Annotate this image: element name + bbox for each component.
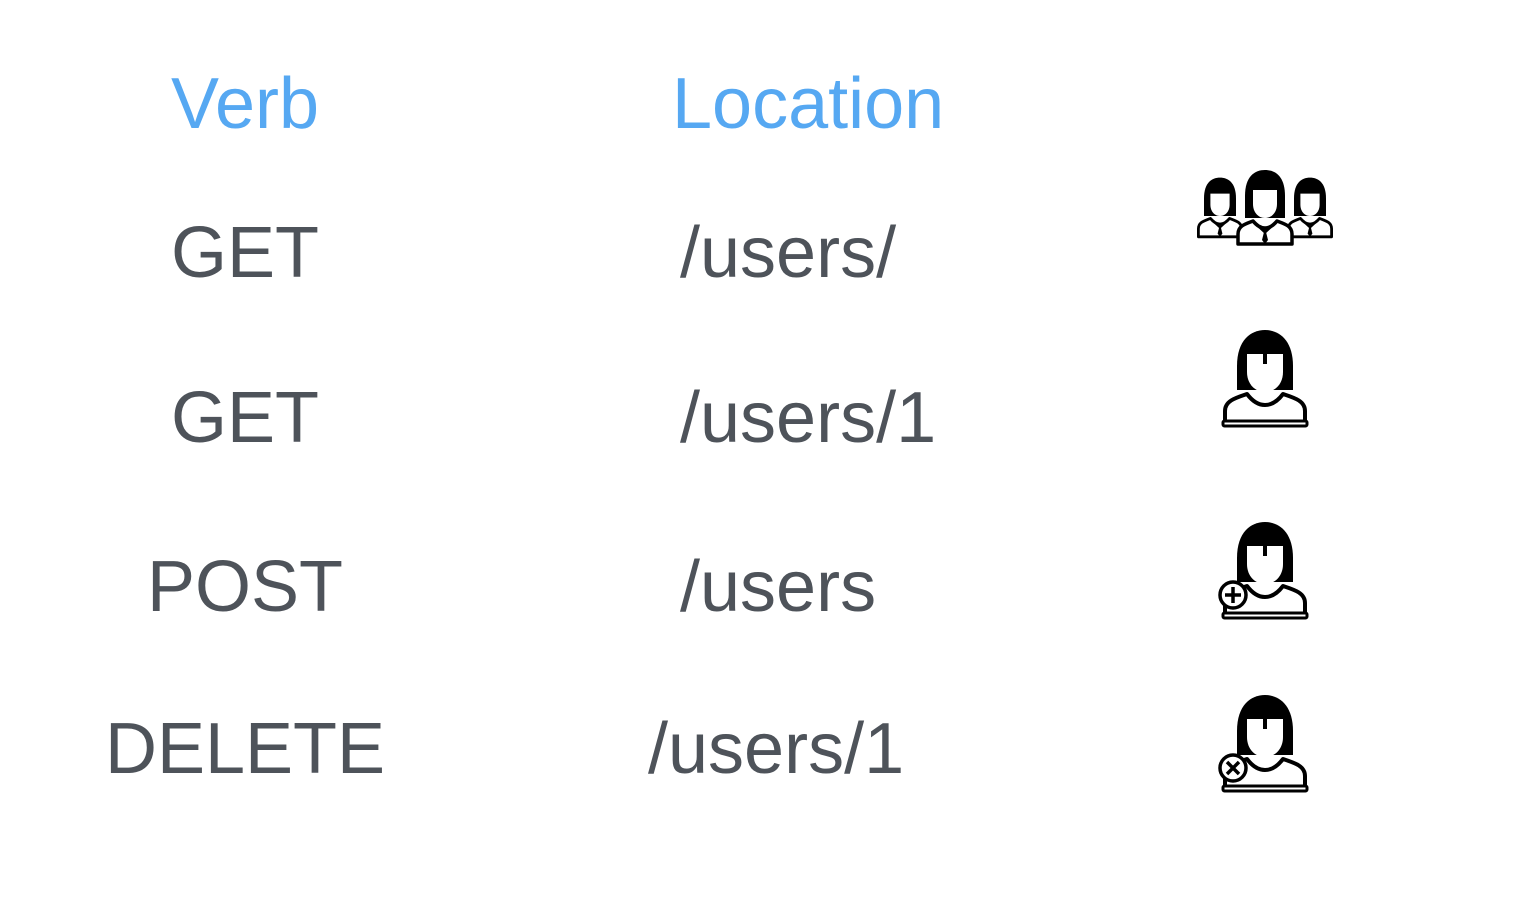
location-cell: /users/	[680, 213, 897, 293]
user-delete-icon	[1217, 693, 1312, 795]
location-cell: /users/1	[680, 378, 937, 458]
user-add-icon	[1217, 520, 1312, 622]
verb-cell: GET	[170, 213, 320, 293]
location-column-header: Location	[672, 64, 945, 144]
verb-cell: POST	[146, 547, 344, 627]
verb-column-header: Verb	[170, 64, 320, 144]
users-group-icon	[1196, 168, 1334, 248]
verb-cell: GET	[170, 378, 320, 458]
location-cell: /users/1	[648, 709, 905, 789]
verb-cell: DELETE	[104, 709, 386, 789]
location-cell: /users	[680, 547, 877, 627]
user-icon	[1219, 328, 1311, 428]
